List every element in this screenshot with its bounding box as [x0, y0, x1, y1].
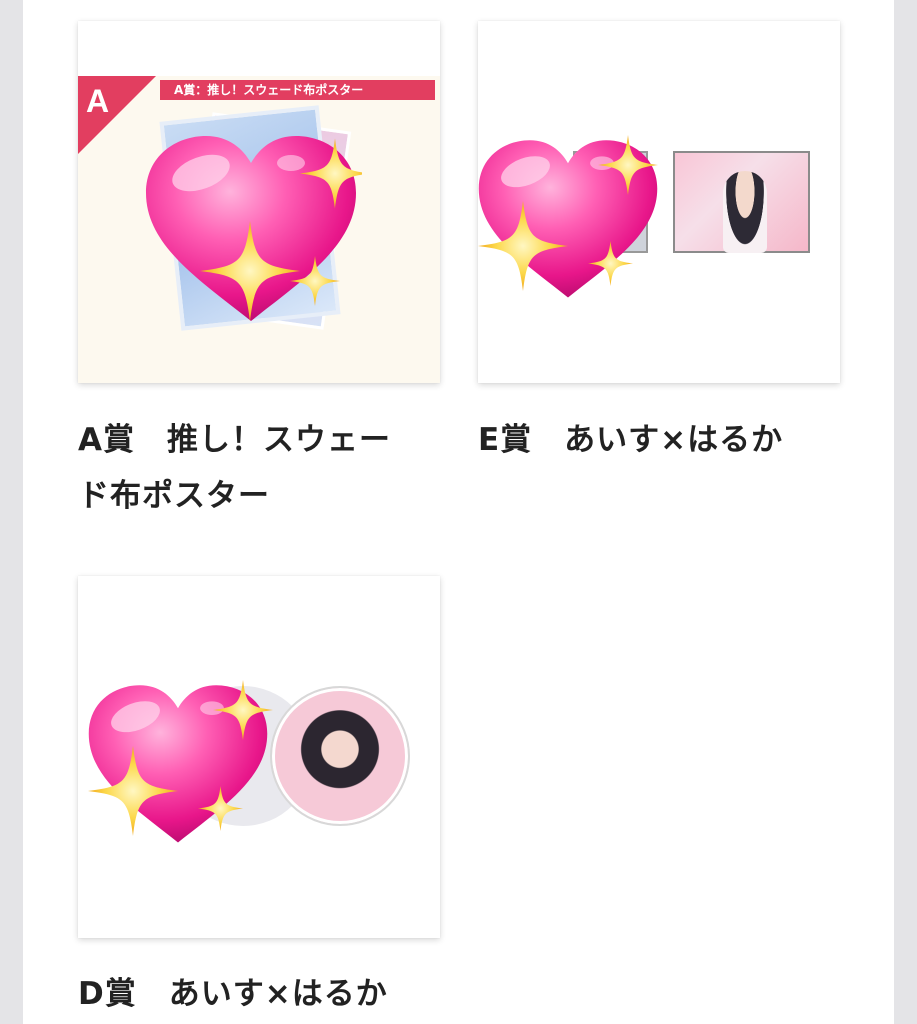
poster-banner: A賞：推し！スウェード布ポスター [160, 80, 435, 100]
photo-person [723, 171, 767, 253]
prize-name-d[interactable]: D賞 あいす×はるか [78, 966, 428, 1022]
page: A賞：推し！スウェード布ポスター A A賞 推し！スウェー ド布ポスター E賞 … [23, 0, 894, 1024]
sparkling-heart-icon [478, 135, 658, 298]
poster-letter: A [86, 83, 110, 119]
sparkling-heart-icon [146, 136, 362, 321]
prize-name-a-line1: A賞 推し！スウェー [78, 422, 391, 458]
prize-name-a[interactable]: A賞 推し！スウェー ド布ポスター [78, 412, 428, 524]
prize-name-a-line2: ド布ポスター [78, 478, 270, 514]
prize-card-d-image[interactable] [78, 576, 440, 938]
photo-card [673, 151, 810, 253]
prize-card-e-image[interactable] [478, 21, 840, 383]
prize-name-e[interactable]: E賞 あいす×はるか [478, 412, 828, 468]
sparkling-heart-icon [88, 680, 273, 843]
badge [270, 686, 410, 826]
prize-card-a-image[interactable]: A賞：推し！スウェード布ポスター A [78, 21, 440, 383]
